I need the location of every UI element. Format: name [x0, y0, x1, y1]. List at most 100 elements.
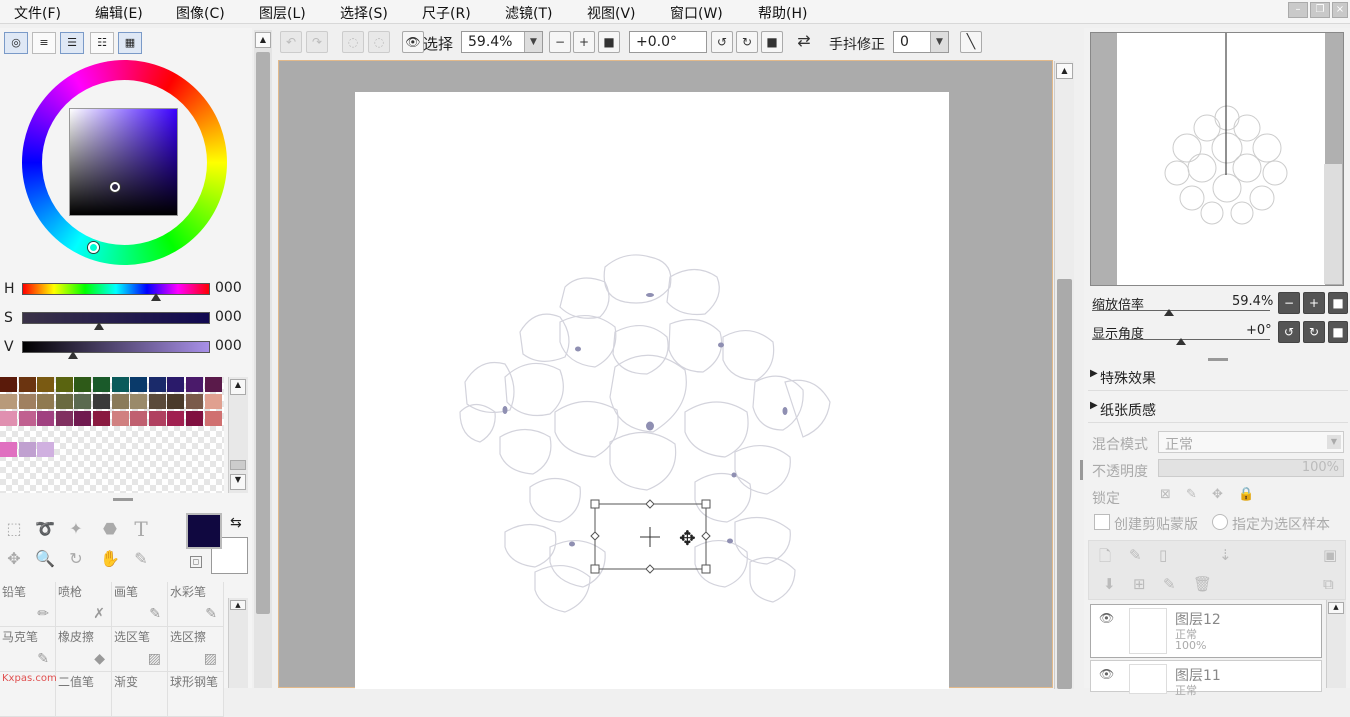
brush-scrollbar[interactable]: ▲	[228, 598, 248, 688]
restore-icon[interactable]: ❐	[1310, 2, 1330, 18]
s-slider-knob[interactable]	[94, 322, 104, 330]
color-swatch[interactable]	[55, 411, 73, 426]
color-swatch[interactable]	[130, 394, 148, 409]
brush-selection-eraser[interactable]: 选区擦 ▨	[168, 627, 224, 672]
zoom-icon[interactable]: 🔍	[31, 545, 59, 573]
minimize-icon[interactable]: –	[1288, 2, 1308, 18]
redo-icon[interactable]: ↷	[306, 31, 328, 53]
selection-visible-eye-icon[interactable]: 👁	[402, 31, 424, 53]
magic-wand-icon[interactable]: ✦	[62, 515, 90, 543]
zoom-in-icon[interactable]: +	[573, 31, 595, 53]
menu-filter[interactable]: 滤镜(T)	[505, 3, 552, 23]
layer-lock-icon[interactable]: ⧉	[1323, 575, 1334, 593]
color-swatch[interactable]	[186, 394, 203, 409]
brush-eraser[interactable]: 橡皮擦 ◆	[56, 627, 112, 672]
nav-rotate-reset-icon[interactable]: ■	[1328, 321, 1348, 343]
color-swatch[interactable]	[204, 411, 222, 426]
layer-scrollbar[interactable]: ▲	[1326, 600, 1346, 688]
rect-select-icon[interactable]: ⬚	[0, 515, 28, 543]
color-swatch[interactable]	[74, 377, 92, 392]
merge-down-icon[interactable]: ⊞	[1133, 575, 1146, 593]
color-swatch[interactable]	[204, 394, 222, 409]
h-slider-knob[interactable]	[151, 293, 161, 301]
new-folder-icon[interactable]: ▯	[1159, 546, 1167, 564]
h-slider[interactable]	[22, 283, 210, 295]
color-swatch[interactable]	[74, 394, 92, 409]
nav-zoom-in-icon[interactable]: +	[1303, 292, 1325, 314]
color-swatch[interactable]	[55, 394, 73, 409]
navigator-scrollbar[interactable]	[1324, 164, 1342, 284]
hand-icon[interactable]: ✋	[96, 545, 124, 573]
s-slider[interactable]	[22, 312, 210, 324]
rotate-icon[interactable]: ↻	[62, 545, 90, 573]
layer-row[interactable]: 👁 图层12 正常 100%	[1090, 604, 1322, 658]
canvas-scrollbar[interactable]: ▲	[1054, 61, 1074, 689]
rotate-reset-icon[interactable]: ■	[761, 31, 783, 53]
zoom-slider[interactable]	[1092, 310, 1270, 311]
v-slider[interactable]	[22, 341, 210, 353]
brush-watercolor[interactable]: 水彩笔 ✎	[168, 582, 224, 627]
color-swatch[interactable]	[37, 394, 55, 409]
color-swatch[interactable]	[148, 394, 166, 409]
color-swatch[interactable]	[0, 377, 17, 392]
select-source-radio[interactable]	[1212, 514, 1228, 530]
text-tool-icon[interactable]: T	[127, 515, 155, 543]
color-swatch[interactable]	[37, 442, 55, 457]
brush-pencil[interactable]: 铅笔 ✏	[0, 582, 56, 627]
zoom-out-icon[interactable]: −	[549, 31, 571, 53]
nav-zoom-out-icon[interactable]: −	[1278, 292, 1300, 314]
line-straighten-icon[interactable]: ╲	[960, 31, 982, 53]
brush-marker[interactable]: 马克笔 ✎	[0, 627, 56, 672]
color-swatch[interactable]	[111, 394, 129, 409]
menu-edit[interactable]: 编辑(E)	[95, 3, 143, 23]
zoom-dropdown[interactable]: 59.4% ▼	[461, 31, 543, 53]
color-swatch[interactable]	[167, 377, 185, 392]
canvas-area[interactable]: ✥ ▲	[278, 60, 1074, 689]
color-wheel-mode-icon[interactable]: ◎	[4, 32, 28, 54]
menu-ruler[interactable]: 尺子(R)	[422, 3, 471, 23]
color-swatch[interactable]	[18, 394, 36, 409]
zoom-reset-icon[interactable]: ■	[598, 31, 620, 53]
rgb-slider-mode-icon[interactable]: ≡	[32, 32, 56, 54]
hue-picker-handle[interactable]	[88, 242, 99, 253]
color-swatch[interactable]	[74, 411, 92, 426]
lasso-icon[interactable]: ➰	[31, 515, 59, 543]
sv-picker-handle[interactable]	[110, 182, 120, 192]
scroll-down-icon[interactable]: ▼	[230, 474, 246, 490]
color-swatch[interactable]	[37, 411, 55, 426]
scroll-thumb[interactable]	[256, 52, 270, 614]
brush-gradient[interactable]: 渐变	[112, 672, 168, 717]
nav-zoom-reset-icon[interactable]: ■	[1328, 292, 1348, 314]
color-swatch[interactable]	[130, 411, 148, 426]
color-swatch[interactable]	[148, 377, 166, 392]
move-icon[interactable]: ✥	[0, 545, 28, 573]
invert-selection-icon[interactable]: ◌	[368, 31, 390, 53]
new-layer-set-icon[interactable]: ✎	[1129, 546, 1142, 564]
eye-icon[interactable]: 👁	[1099, 611, 1114, 625]
canvas-paper[interactable]: ✥	[355, 92, 949, 689]
right-panel-splitter[interactable]	[1080, 460, 1083, 480]
brush-binary-pen[interactable]: 二值笔	[56, 672, 112, 717]
scroll-up-icon[interactable]: ▲	[255, 32, 271, 48]
menu-window[interactable]: 窗口(W)	[670, 3, 723, 23]
scroll-up-icon[interactable]: ▲	[230, 379, 246, 395]
foreground-color-swatch[interactable]	[186, 513, 222, 549]
transparent-color-icon[interactable]: ◻	[190, 556, 202, 568]
menu-layer[interactable]: 图层(L)	[259, 3, 306, 23]
menu-image[interactable]: 图像(C)	[176, 3, 225, 23]
new-layer-icon[interactable]: 🗋	[1099, 546, 1111, 571]
swap-colors-icon[interactable]: ⇆	[230, 515, 242, 531]
deselect-icon[interactable]: ◌	[342, 31, 364, 53]
panel-splitter[interactable]	[113, 498, 133, 501]
brush-ball-pen[interactable]: 球形钢笔	[168, 672, 224, 717]
close-icon[interactable]: ×	[1332, 2, 1348, 18]
hsv-slider-mode-icon[interactable]: ☰	[60, 32, 84, 54]
rotation-field[interactable]: +0.0°	[629, 31, 707, 53]
color-swatch[interactable]	[18, 442, 36, 457]
color-mixer-mode-icon[interactable]: ☷	[90, 32, 114, 54]
brush-brush[interactable]: 画笔 ✎	[112, 582, 168, 627]
paper-texture-section[interactable]: ▶ 纸张质感	[1088, 397, 1348, 423]
color-swatch[interactable]	[37, 377, 55, 392]
color-swatch[interactable]	[55, 377, 73, 392]
flip-horizontal-icon[interactable]: ⇄	[793, 31, 815, 53]
